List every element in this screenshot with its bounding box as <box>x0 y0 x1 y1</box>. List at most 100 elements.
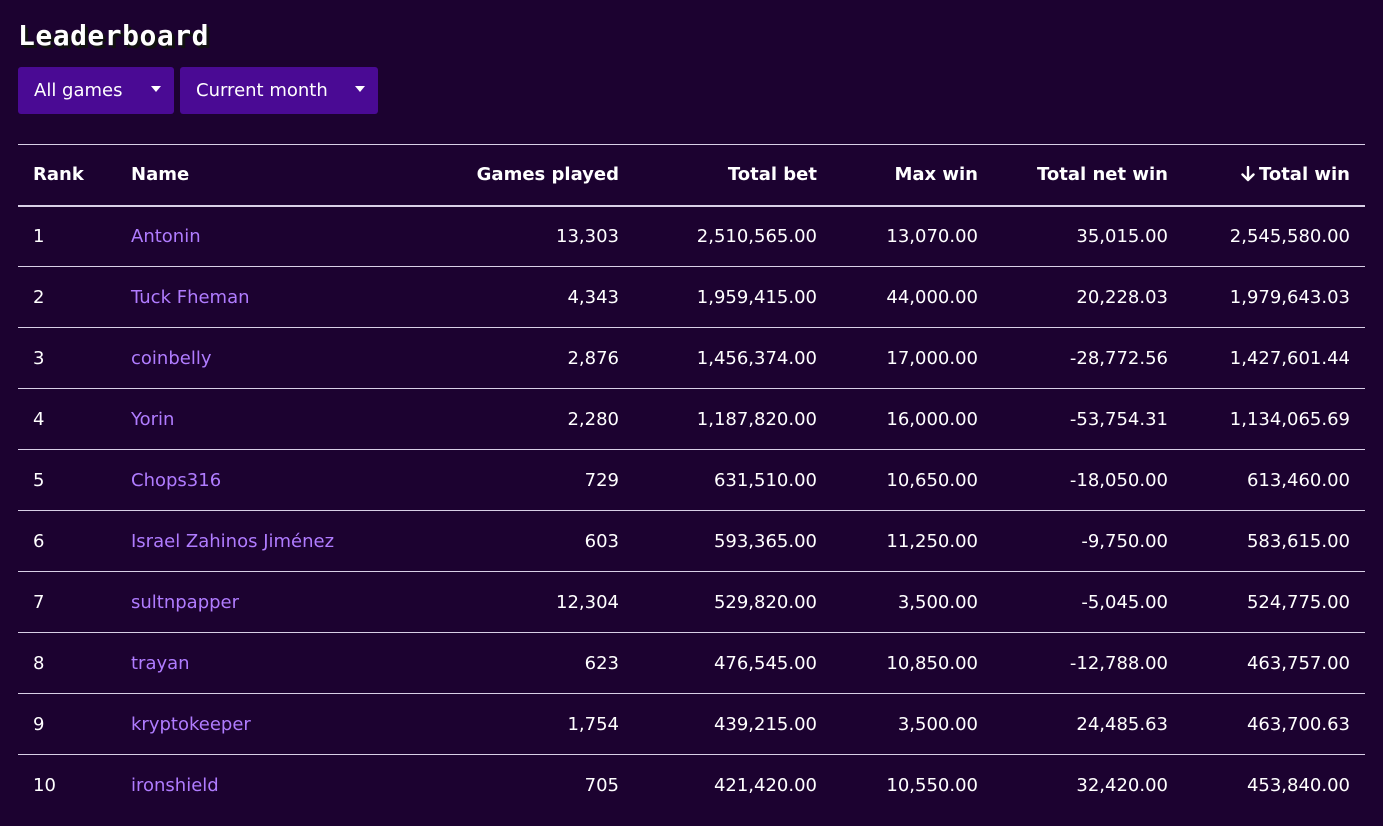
cell-max-win: 16,000.00 <box>886 408 978 430</box>
cell-total-bet: 593,365.00 <box>713 530 817 552</box>
table-row: 3 coinbelly 2,876 1,456,374.00 17,000.00 -28,… <box>18 328 1365 389</box>
cell-rank: 5 <box>33 469 45 491</box>
leaderboard-table: Rank Name Games played Total bet Max win… <box>18 144 1365 816</box>
column-header-rank[interactable]: Rank <box>18 145 116 206</box>
cell-total-net-win: 20,228.03 <box>1076 286 1168 308</box>
leaderboard-page: Leaderboard All games Current month Rank… <box>0 0 1383 826</box>
cell-total-net-win: 24,485.63 <box>1076 713 1168 735</box>
table-row: 2 Tuck Fheman 4,343 1,959,415.00 44,000.00 20… <box>18 267 1365 328</box>
cell-name: coinbelly <box>116 328 366 389</box>
cell-rank: 3 <box>33 347 45 369</box>
column-header-max-win[interactable]: Max win <box>832 145 993 206</box>
column-header-total-win-label: Total win <box>1258 164 1350 186</box>
table-row: 9 kryptokeeper 1,754 439,215.00 3,500.00 24,4… <box>18 694 1365 755</box>
cell-total-net-win: -18,050.00 <box>1069 469 1168 491</box>
arrow-down-icon <box>1241 166 1255 182</box>
cell-total-win: 453,840.00 <box>1246 774 1350 796</box>
player-name-link[interactable]: Israel Zahinos Jiménez <box>131 531 334 552</box>
cell-max-win: 44,000.00 <box>886 286 978 308</box>
caret-down-icon <box>355 86 365 92</box>
cell-total-win: 1,979,643.03 <box>1229 286 1350 308</box>
cell-games-played: 1,754 <box>567 713 619 735</box>
cell-name: Chops316 <box>116 450 366 511</box>
cell-total-bet: 421,420.00 <box>713 774 817 796</box>
column-header-games-played[interactable]: Games played <box>366 145 634 206</box>
table-row: 4 Yorin 2,280 1,187,820.00 16,000.00 -53,754.… <box>18 389 1365 450</box>
cell-total-net-win: 35,015.00 <box>1076 225 1168 247</box>
cell-rank: 4 <box>33 408 45 430</box>
player-name-link[interactable]: Tuck Fheman <box>131 287 250 308</box>
cell-max-win: 3,500.00 <box>897 591 978 613</box>
period-filter-select[interactable]: Current month <box>180 67 378 114</box>
player-name-link[interactable]: Antonin <box>131 226 201 247</box>
cell-name: kryptokeeper <box>116 694 366 755</box>
table-header: Rank Name Games played Total bet Max win… <box>18 144 1365 206</box>
filter-bar: All games Current month <box>18 67 378 114</box>
cell-total-bet: 1,959,415.00 <box>696 286 817 308</box>
table-row: 6 Israel Zahinos Jiménez 603 593,365.00 11,2… <box>18 511 1365 572</box>
cell-games-played: 2,280 <box>567 408 619 430</box>
cell-name: trayan <box>116 633 366 694</box>
cell-max-win: 11,250.00 <box>886 530 978 552</box>
player-name-link[interactable]: ironshield <box>131 775 219 796</box>
table-row: 10 ironshield 705 421,420.00 10,550.00 32,420… <box>18 755 1365 816</box>
game-filter-value: All games <box>34 80 123 101</box>
cell-total-win: 524,775.00 <box>1246 591 1350 613</box>
cell-max-win: 10,850.00 <box>886 652 978 674</box>
cell-games-played: 603 <box>584 530 619 552</box>
player-name-link[interactable]: Chops316 <box>131 470 221 491</box>
player-name-link[interactable]: sultnpapper <box>131 592 239 613</box>
column-header-total-win[interactable]: Total win <box>1183 145 1365 206</box>
cell-max-win: 10,550.00 <box>886 774 978 796</box>
player-name-link[interactable]: coinbelly <box>131 348 211 369</box>
cell-games-played: 729 <box>584 469 619 491</box>
cell-name: sultnpapper <box>116 572 366 633</box>
cell-total-net-win: -53,754.31 <box>1069 408 1168 430</box>
cell-total-net-win: 32,420.00 <box>1076 774 1168 796</box>
header-row: Rank Name Games played Total bet Max win… <box>18 144 1365 206</box>
player-name-link[interactable]: Yorin <box>131 409 174 430</box>
cell-total-bet: 439,215.00 <box>713 713 817 735</box>
cell-total-net-win: -5,045.00 <box>1081 591 1168 613</box>
table-body: 1 Antonin 13,303 2,510,565.00 13,070.00 35,01… <box>18 206 1365 816</box>
page-title: Leaderboard <box>18 19 209 52</box>
cell-total-bet: 2,510,565.00 <box>696 225 817 247</box>
cell-name: ironshield <box>116 755 366 816</box>
period-filter-value: Current month <box>196 80 328 101</box>
cell-total-bet: 476,545.00 <box>713 652 817 674</box>
cell-games-played: 623 <box>584 652 619 674</box>
table-row: 8 trayan 623 476,545.00 10,850.00 -12,788.00 4… <box>18 633 1365 694</box>
cell-total-net-win: -28,772.56 <box>1069 347 1168 369</box>
column-header-total-bet[interactable]: Total bet <box>634 145 832 206</box>
cell-rank: 8 <box>33 652 45 674</box>
cell-max-win: 3,500.00 <box>897 713 978 735</box>
cell-name: Tuck Fheman <box>116 267 366 328</box>
cell-rank: 1 <box>33 225 45 247</box>
cell-total-bet: 1,187,820.00 <box>696 408 817 430</box>
cell-total-net-win: -12,788.00 <box>1069 652 1168 674</box>
cell-max-win: 17,000.00 <box>886 347 978 369</box>
cell-games-played: 2,876 <box>567 347 619 369</box>
player-name-link[interactable]: kryptokeeper <box>131 714 251 735</box>
cell-total-win: 1,134,065.69 <box>1229 408 1350 430</box>
caret-down-icon <box>151 86 161 92</box>
cell-total-bet: 1,456,374.00 <box>696 347 817 369</box>
cell-rank: 6 <box>33 530 45 552</box>
cell-name: Yorin <box>116 389 366 450</box>
cell-rank: 9 <box>33 713 45 735</box>
cell-total-win: 583,615.00 <box>1246 530 1350 552</box>
cell-name: Antonin <box>116 206 366 267</box>
cell-games-played: 12,304 <box>556 591 619 613</box>
game-filter-select[interactable]: All games <box>18 67 174 114</box>
cell-total-win: 1,427,601.44 <box>1229 347 1350 369</box>
cell-games-played: 4,343 <box>567 286 619 308</box>
cell-max-win: 10,650.00 <box>886 469 978 491</box>
cell-max-win: 13,070.00 <box>886 225 978 247</box>
column-header-name[interactable]: Name <box>116 145 366 206</box>
cell-games-played: 705 <box>584 774 619 796</box>
table-row: 5 Chops316 729 631,510.00 10,650.00 -18,050.0… <box>18 450 1365 511</box>
column-header-total-net-win[interactable]: Total net win <box>993 145 1183 206</box>
player-name-link[interactable]: trayan <box>131 653 190 674</box>
cell-total-win: 613,460.00 <box>1246 469 1350 491</box>
cell-total-win: 463,757.00 <box>1246 652 1350 674</box>
